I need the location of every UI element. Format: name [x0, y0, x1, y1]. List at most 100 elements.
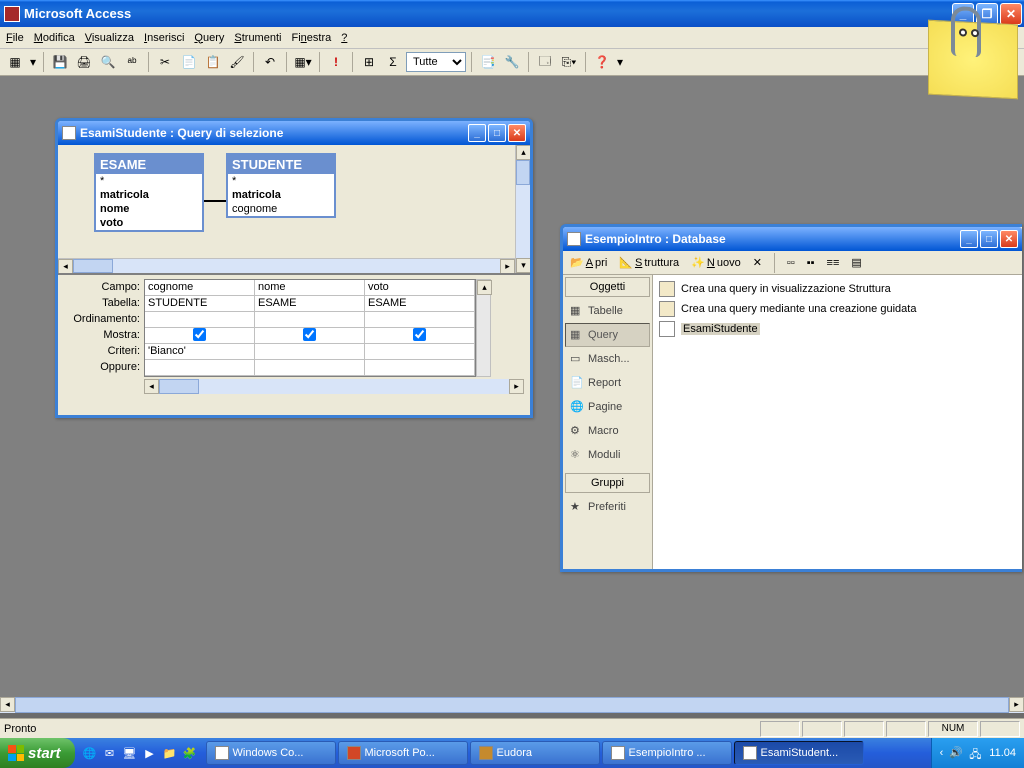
db-design-button[interactable]: 📐Struttura	[616, 254, 682, 271]
grid-hscrollbar[interactable]: ◂ ▸	[144, 379, 524, 394]
menu-insert[interactable]: Inserisci	[144, 32, 184, 44]
table-field[interactable]: matricola	[96, 188, 202, 202]
query-item-esamistudente[interactable]: EsamiStudente	[657, 319, 1018, 339]
undo-button[interactable]: ↶	[259, 51, 281, 73]
systray[interactable]: ‹ 🔊 🖧 11.04	[931, 738, 1024, 768]
db-new-button[interactable]: ✨Nuovo	[688, 254, 744, 271]
paste-button[interactable]: 📋	[202, 51, 224, 73]
grid-cell-criteri[interactable]	[365, 344, 475, 360]
create-query-wizard[interactable]: Crea una query mediante una creazione gu…	[657, 299, 1018, 319]
grid-cell-campo[interactable]: voto	[365, 280, 475, 296]
table-field[interactable]: matricola	[228, 188, 334, 202]
taskbar-eudora[interactable]: Eudora	[470, 741, 600, 765]
show-checkbox[interactable]	[193, 328, 206, 341]
hscrollbar[interactable]: ◂ ▸	[58, 258, 515, 273]
table-esame[interactable]: ESAME * matricola nome voto	[94, 153, 204, 232]
menu-file[interactable]: File	[6, 32, 24, 44]
grid-vscrollbar[interactable]: ▴	[476, 279, 491, 377]
scroll-right-button[interactable]: ▸	[1009, 697, 1024, 712]
grid-cell-oppure[interactable]	[255, 360, 365, 376]
close-button[interactable]: ✕	[1000, 3, 1022, 25]
menu-view[interactable]: Visualizza	[85, 32, 134, 44]
build-button[interactable]: 🔧	[501, 51, 523, 73]
desktop-icon[interactable]: 🖥	[121, 744, 139, 762]
sidebar-item-report[interactable]: 📄Report	[565, 371, 650, 395]
query-tables-pane[interactable]: ESAME * matricola nome voto STUDENTE * m…	[58, 145, 530, 275]
list-button[interactable]: ≡≡	[824, 255, 843, 271]
menu-help[interactable]: ?	[341, 32, 347, 44]
scroll-up-button[interactable]: ▴	[477, 280, 492, 295]
large-icons-button[interactable]: ▫▫	[784, 255, 798, 271]
query-maximize-button[interactable]: □	[488, 124, 506, 142]
menu-edit[interactable]: Modifica	[34, 32, 75, 44]
scroll-right-button[interactable]: ▸	[500, 259, 515, 274]
details-button[interactable]: ▤	[848, 254, 864, 271]
query-window-titlebar[interactable]: EsamiStudente : Query di selezione _ □ ✕	[58, 121, 530, 145]
grid-cell-oppure[interactable]	[365, 360, 475, 376]
app-icon[interactable]: 🧩	[181, 744, 199, 762]
grid-cell-tabella[interactable]: ESAME	[255, 296, 365, 312]
db-delete-button[interactable]: ✕	[750, 254, 765, 271]
taskbar-esamistudente[interactable]: EsamiStudent...	[734, 741, 864, 765]
dropdown-arrow-icon[interactable]: ▾	[615, 51, 625, 73]
grid-cell-ordinamento[interactable]	[255, 312, 365, 328]
taskbar-powerpoint[interactable]: Microsoft Po...	[338, 741, 468, 765]
sidebar-item-maschere[interactable]: ▭Masch...	[565, 347, 650, 371]
menu-tools[interactable]: Strumenti	[234, 32, 281, 44]
clock[interactable]: 11.04	[989, 747, 1016, 759]
sidebar-item-tabelle[interactable]: ▦Tabelle	[565, 299, 650, 323]
app-icon[interactable]: 📁	[161, 744, 179, 762]
menu-window[interactable]: Finestra	[291, 32, 331, 44]
cut-button[interactable]: ✂	[154, 51, 176, 73]
copy-button[interactable]: 📄	[178, 51, 200, 73]
grid-cell-oppure[interactable]	[145, 360, 255, 376]
ie-icon[interactable]: 🌐	[81, 744, 99, 762]
showtable-button[interactable]: ⊞	[358, 51, 380, 73]
table-field[interactable]: *	[228, 174, 334, 188]
sidebar-item-macro[interactable]: ⚙Macro	[565, 419, 650, 443]
print-button[interactable]: 🖨	[73, 51, 95, 73]
properties-button[interactable]: 📑	[477, 51, 499, 73]
sidebar-item-preferiti[interactable]: ★Preferiti	[565, 495, 650, 519]
join-line[interactable]	[204, 200, 226, 202]
create-query-design[interactable]: Crea una query in visualizzazione Strutt…	[657, 279, 1018, 299]
scroll-right-button[interactable]: ▸	[509, 379, 524, 394]
scroll-up-button[interactable]: ▴	[516, 145, 530, 160]
grid-cell-criteri[interactable]: 'Bianco'	[145, 344, 255, 360]
db-close-button[interactable]: ✕	[1000, 230, 1018, 248]
format-painter-button[interactable]: 🖌	[226, 51, 248, 73]
query-grid[interactable]: cognome nome voto STUDENTE ESAME ESAME	[144, 279, 476, 377]
tray-chevron-icon[interactable]: ‹	[940, 747, 944, 759]
totals-button[interactable]: Σ	[382, 51, 404, 73]
taskbar-esempiointro[interactable]: EsempioIntro ...	[602, 741, 732, 765]
table-field[interactable]: nome	[96, 202, 202, 216]
spellcheck-button[interactable]: ᵃᵇ	[121, 51, 143, 73]
table-studente[interactable]: STUDENTE * matricola cognome	[226, 153, 336, 218]
scroll-left-button[interactable]: ◂	[144, 379, 159, 394]
db-maximize-button[interactable]: □	[980, 230, 998, 248]
grid-cell-campo[interactable]: cognome	[145, 280, 255, 296]
menu-query[interactable]: Query	[194, 32, 224, 44]
outlook-icon[interactable]: ✉	[101, 744, 119, 762]
mdi-hscrollbar[interactable]: ◂ ▸	[0, 697, 1024, 713]
grid-cell-campo[interactable]: nome	[255, 280, 365, 296]
vscrollbar[interactable]: ▴ ▾	[515, 145, 530, 273]
dbwindow-button[interactable]: 🗔	[534, 51, 556, 73]
query-close-button[interactable]: ✕	[508, 124, 526, 142]
querytype-button[interactable]: ▦▾	[292, 51, 314, 73]
grid-cell-tabella[interactable]: ESAME	[365, 296, 475, 312]
db-open-button[interactable]: 📂Apri	[567, 254, 610, 271]
scroll-down-button[interactable]: ▾	[516, 258, 530, 273]
network-icon[interactable]: 🖧	[969, 746, 983, 760]
view-button[interactable]: ▦	[4, 51, 26, 73]
show-checkbox[interactable]	[303, 328, 316, 341]
grid-cell-mostra[interactable]	[255, 328, 365, 344]
grid-cell-criteri[interactable]	[255, 344, 365, 360]
db-minimize-button[interactable]: _	[960, 230, 978, 248]
newobject-button[interactable]: ⎘▾	[558, 51, 580, 73]
run-button[interactable]: !	[325, 51, 347, 73]
scroll-left-button[interactable]: ◂	[0, 697, 15, 712]
sidebar-item-moduli[interactable]: ⚛Moduli	[565, 443, 650, 467]
small-icons-button[interactable]: ▪▪	[804, 255, 818, 271]
sidebar-item-query[interactable]: ▦Query	[565, 323, 650, 347]
